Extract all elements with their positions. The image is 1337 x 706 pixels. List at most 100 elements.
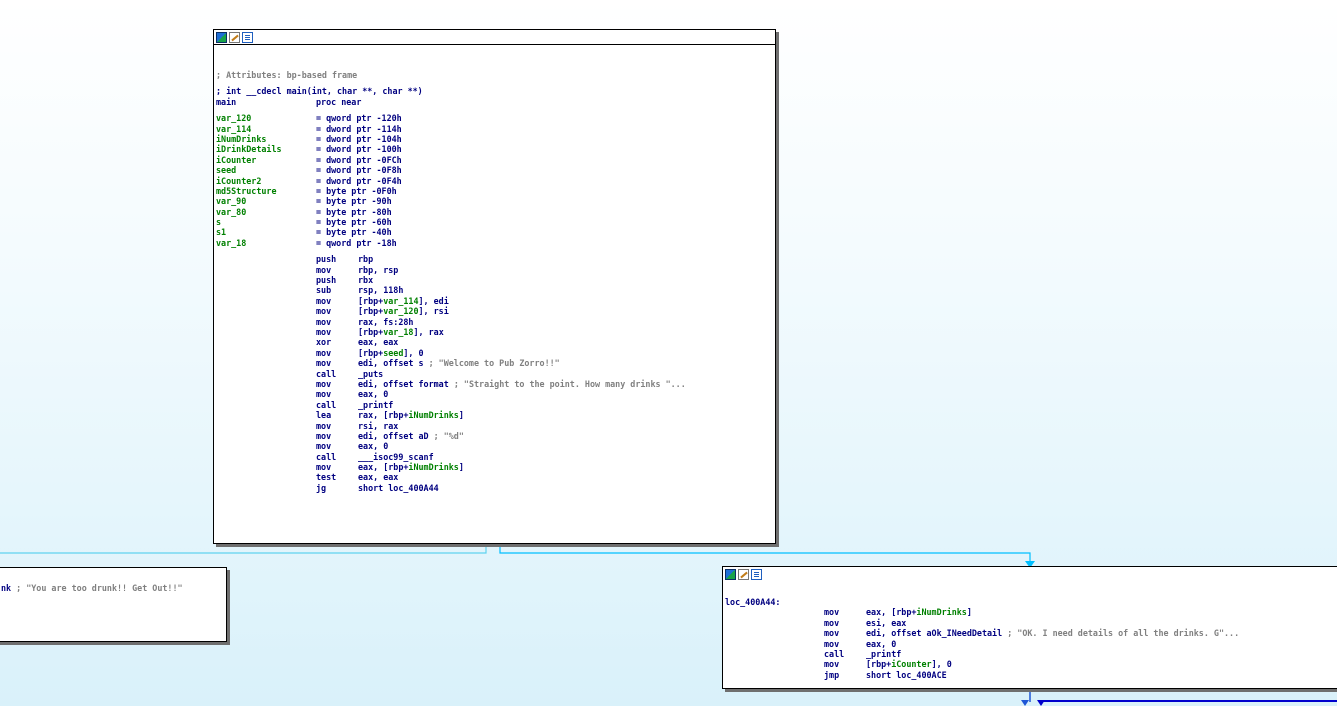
operand: short loc_400ACE: [866, 669, 947, 680]
operand: rsp, 118h: [358, 285, 404, 296]
operand: rbp, rsp: [358, 264, 399, 275]
mnemonic: mov: [316, 441, 332, 452]
stack-var-def: = byte ptr -80h: [316, 206, 392, 217]
asm-line[interactable]: mov [rbp+var_18], rax: [216, 327, 773, 337]
asm-line[interactable]: iNumDrinks = dword ptr -104h: [216, 134, 773, 144]
asm-line[interactable]: call _printf: [725, 649, 1337, 659]
asm-line[interactable]: mov [rbp+iCounter], 0: [725, 659, 1337, 669]
stack-var-def: = qword ptr -18h: [316, 237, 397, 248]
asm-line[interactable]: xor eax, eax: [216, 337, 773, 347]
stack-var-def: = dword ptr -104h: [316, 133, 402, 144]
operand: [rbp+: [358, 326, 384, 337]
asm-line[interactable]: mov rsi, rax: [216, 421, 773, 431]
operand: _puts: [358, 368, 384, 379]
asm-line[interactable]: mov edi, offset aD ; "%d": [216, 431, 773, 441]
operand: [rbp+: [866, 659, 892, 670]
operand: [rbp+: [358, 347, 384, 358]
operand-variable: iNumDrinks: [916, 607, 967, 618]
function-prototype: ; int __cdecl main(int, char **, char **…: [216, 86, 423, 97]
asm-line[interactable]: md5Structure = byte ptr -0F0h: [216, 186, 773, 196]
asm-line[interactable]: iDrinkDetails = dword ptr -100h: [216, 144, 773, 154]
disassembly-listing: nk ; "You are too drunk!! Get Out!!": [0, 568, 226, 593]
operand: eax, [rbp+: [358, 462, 409, 473]
mnemonic: sub: [316, 285, 332, 296]
asm-comment: ; "OK. I need details of all the drinks.…: [1007, 628, 1240, 639]
operand: nk: [1, 583, 17, 593]
asm-line[interactable]: mov esi, eax: [725, 618, 1337, 628]
asm-line[interactable]: var_120 = qword ptr -120h: [216, 113, 773, 123]
graph-node-loc-400a44[interactable]: loc_400A44: mov eax, [rbp+iNumDrinks] mov es…: [722, 566, 1337, 689]
asm-line[interactable]: seed = dword ptr -0F8h: [216, 165, 773, 175]
mnemonic: xor: [316, 337, 332, 348]
asm-line[interactable]: call _printf: [216, 400, 773, 410]
function-name: main: [216, 96, 237, 107]
asm-line[interactable]: iCounter2 = dword ptr -0F4h: [216, 176, 773, 186]
asm-line[interactable]: var_90 = byte ptr -90h: [216, 196, 773, 206]
mnemonic: mov: [316, 264, 332, 275]
node-toolbar: [214, 30, 775, 45]
edge-true-branch: [499, 543, 1031, 562]
stack-var-def: = dword ptr -0F8h: [316, 165, 402, 176]
mnemonic: mov: [316, 378, 332, 389]
asm-line[interactable]: s = byte ptr -60h: [216, 217, 773, 227]
asm-line[interactable]: mov rbp, rsp: [216, 265, 773, 275]
asm-line[interactable]: s1 = byte ptr -40h: [216, 227, 773, 237]
operand: eax, 0: [358, 389, 389, 400]
edit-icon[interactable]: [738, 568, 749, 580]
asm-line[interactable]: sub rsp, 118h: [216, 285, 773, 295]
operand: rax, fs:28h: [358, 316, 414, 327]
asm-line[interactable]: main proc near: [216, 97, 773, 107]
listing-icon[interactable]: [242, 31, 253, 43]
stack-var-name: seed: [216, 165, 237, 176]
operand: ], rax: [413, 326, 444, 337]
asm-line[interactable]: jg short loc_400A44: [216, 483, 773, 493]
asm-line[interactable]: jmp short loc_400ACE: [725, 670, 1337, 680]
asm-line[interactable]: push rbp: [216, 254, 773, 264]
graph-node-main[interactable]: ; Attributes: bp-based frame ; int __cdec…: [213, 29, 776, 544]
operand: rbx: [358, 275, 374, 286]
graph-node-too-drunk[interactable]: nk ; "You are too drunk!! Get Out!!": [0, 567, 227, 642]
asm-line[interactable]: mov rax, fs:28h: [216, 317, 773, 327]
operand: ], rsi: [418, 306, 449, 317]
asm-line[interactable]: iCounter = dword ptr -0FCh: [216, 155, 773, 165]
asm-line[interactable]: var_114 = dword ptr -114h: [216, 124, 773, 134]
mnemonic: mov: [316, 430, 332, 441]
asm-line[interactable]: mov [rbp+seed], 0: [216, 348, 773, 358]
asm-line[interactable]: mov eax, [rbp+iNumDrinks]: [216, 462, 773, 472]
listing-icon[interactable]: [751, 568, 762, 580]
disassembly-listing: ; Attributes: bp-based frame ; int __cdec…: [214, 45, 775, 493]
mnemonic: mov: [316, 295, 332, 306]
stack-var-name: var_18: [216, 237, 247, 248]
asm-line[interactable]: mov eax, 0: [216, 389, 773, 399]
disassembly-listing: loc_400A44: mov eax, [rbp+iNumDrinks] mov es…: [723, 581, 1337, 680]
asm-line[interactable]: nk ; "You are too drunk!! Get Out!!": [1, 583, 224, 593]
asm-line[interactable]: call _puts: [216, 369, 773, 379]
operand: ]: [966, 607, 972, 618]
asm-line[interactable]: ; Attributes: bp-based frame: [216, 70, 773, 80]
stack-var-def: = dword ptr -100h: [316, 144, 402, 155]
graph-view-icon[interactable]: [216, 31, 227, 43]
asm-line[interactable]: mov eax, [rbp+iNumDrinks]: [725, 607, 1337, 617]
asm-line[interactable]: lea rax, [rbp+iNumDrinks]: [216, 410, 773, 420]
asm-line[interactable]: mov [rbp+var_120], rsi: [216, 306, 773, 316]
operand: edi, offset aD: [358, 430, 434, 441]
asm-line[interactable]: loc_400A44:: [725, 597, 1337, 607]
asm-line[interactable]: push rbx: [216, 275, 773, 285]
edit-icon[interactable]: [229, 31, 240, 43]
asm-line[interactable]: mov eax, 0: [216, 441, 773, 451]
operand: ], 0: [931, 659, 952, 670]
asm-line[interactable]: test eax, eax: [216, 472, 773, 482]
graph-view-icon[interactable]: [725, 568, 736, 580]
asm-comment: ; "Welcome to Pub Zorro!!": [428, 358, 560, 369]
asm-line[interactable]: call ___isoc99_scanf: [216, 452, 773, 462]
asm-line[interactable]: mov edi, offset format ; "Straight to the…: [216, 379, 773, 389]
asm-line[interactable]: var_18 = qword ptr -18h: [216, 238, 773, 248]
operand-variable: iCounter: [891, 659, 932, 670]
asm-line[interactable]: mov edi, offset aOk_INeedDetail ; "OK. I …: [725, 628, 1337, 638]
asm-line[interactable]: mov edi, offset s ; "Welcome to Pub Zorro…: [216, 358, 773, 368]
asm-line[interactable]: ; int __cdecl main(int, char **, char **…: [216, 86, 773, 96]
operand: ]: [458, 410, 464, 421]
asm-line[interactable]: mov [rbp+var_114], edi: [216, 296, 773, 306]
asm-line[interactable]: mov eax, 0: [725, 639, 1337, 649]
asm-line[interactable]: var_80 = byte ptr -80h: [216, 207, 773, 217]
